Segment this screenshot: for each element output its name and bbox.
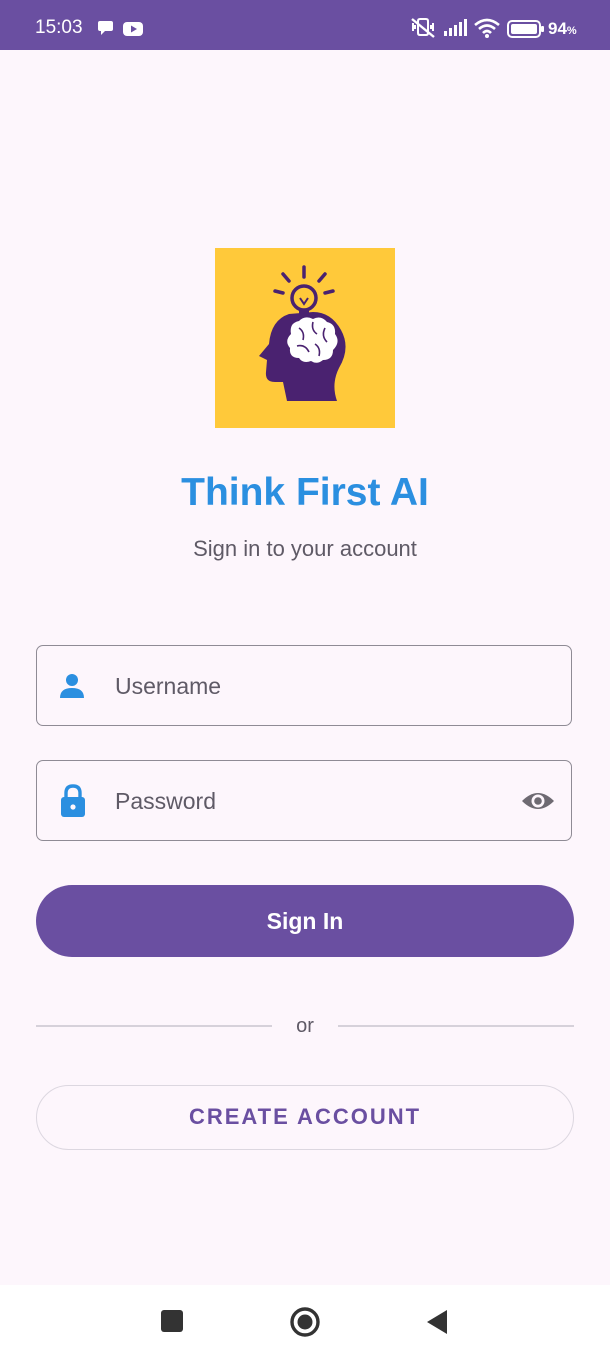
person-icon [60, 674, 84, 698]
eye-icon[interactable] [521, 790, 555, 812]
create-account-button[interactable]: CREATE ACCOUNT [36, 1085, 574, 1150]
chat-notification-icon [98, 21, 113, 35]
brain-lightbulb-head-icon [259, 265, 346, 401]
username-field[interactable] [36, 645, 572, 726]
mute-vibrate-icon [411, 18, 435, 38]
username-input[interactable] [113, 646, 497, 726]
status-bar: 15:03 94% [0, 0, 610, 50]
back-icon[interactable] [426, 1309, 448, 1335]
navigation-bar [0, 1285, 610, 1356]
sign-in-button[interactable]: Sign In [36, 885, 574, 957]
divider-or: or [296, 1015, 314, 1037]
battery-percent: 94% [548, 19, 577, 38]
status-time: 15:03 [35, 17, 83, 38]
wifi-icon [474, 18, 500, 38]
youtube-icon [123, 22, 143, 36]
app-title: Think First AI [181, 471, 429, 514]
app-logo [215, 248, 395, 428]
divider-line-left [36, 1025, 272, 1027]
lock-icon [61, 784, 85, 817]
signal-icon [444, 19, 467, 36]
battery-icon [507, 20, 544, 38]
subtitle: Sign in to your account [193, 536, 417, 561]
divider-line-right [338, 1025, 574, 1027]
home-icon[interactable] [289, 1306, 321, 1338]
recents-icon[interactable] [161, 1310, 183, 1332]
password-input[interactable] [113, 761, 497, 841]
password-field[interactable] [36, 760, 572, 841]
